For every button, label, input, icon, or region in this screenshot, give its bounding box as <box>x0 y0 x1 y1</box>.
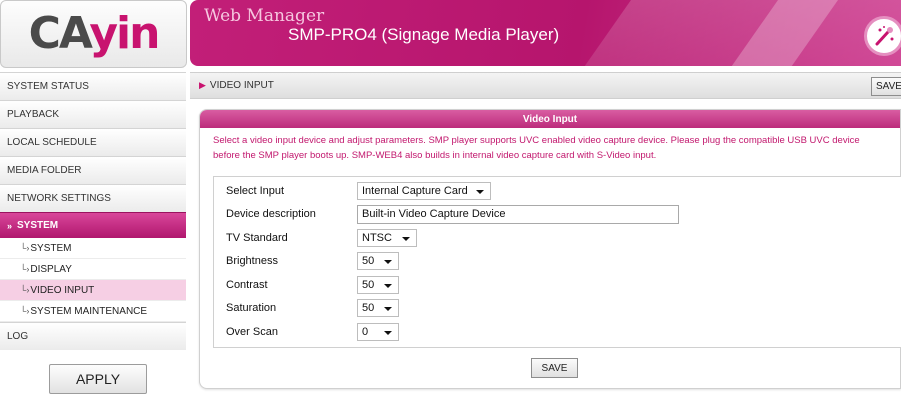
sidebar-nav: SYSTEM STATUS PLAYBACK LOCAL SCHEDULE ME… <box>0 72 186 350</box>
row-tv-standard: TV Standard NTSC <box>214 227 901 249</box>
play-arrow-icon: ▶ <box>199 80 206 90</box>
sub-arrow-icon: └› <box>20 264 30 274</box>
chevron-down-icon <box>476 190 484 194</box>
sidebar-item-label: LOG <box>7 331 29 342</box>
sidebar-item-local-schedule[interactable]: LOCAL SCHEDULE <box>0 128 186 156</box>
video-input-form: Select Input Internal Capture Card Devic… <box>213 176 901 348</box>
brightness-dropdown[interactable]: 50 <box>357 252 399 270</box>
select-input-dropdown[interactable]: Internal Capture Card <box>357 182 491 200</box>
sidebar-item-system-status[interactable]: SYSTEM STATUS <box>0 72 186 100</box>
sidebar-item-system[interactable]: » SYSTEM <box>0 212 186 238</box>
sidebar-subitem-display[interactable]: └› DISPLAY <box>0 259 186 280</box>
row-select-input: Select Input Internal Capture Card <box>214 180 901 202</box>
sidebar-item-label: SYSTEM STATUS <box>7 81 89 92</box>
logo-box: CAyin <box>0 0 187 68</box>
contrast-dropdown[interactable]: 50 <box>357 276 399 294</box>
sidebar-item-media-folder[interactable]: MEDIA FOLDER <box>0 156 186 184</box>
sidebar-item-label: MEDIA FOLDER <box>7 165 82 176</box>
saturation-value: 50 <box>362 302 375 314</box>
sidebar-subitem-label: SYSTEM MAINTENANCE <box>30 305 148 317</box>
header-decoration <box>560 0 901 66</box>
panel-description: Select a video input device and adjust p… <box>213 135 860 161</box>
breadcrumb-text: VIDEO INPUT <box>209 80 274 91</box>
save-button[interactable]: SAVE <box>531 358 578 378</box>
saturation-dropdown[interactable]: 50 <box>357 299 399 317</box>
brightness-label: Brightness <box>226 255 278 267</box>
header-title: Web Manager <box>204 6 325 26</box>
sidebar-item-label: NETWORK SETTINGS <box>7 193 111 204</box>
over-scan-value: 0 <box>362 326 369 338</box>
device-description-field[interactable] <box>357 204 679 224</box>
chevron-down-icon <box>384 260 392 264</box>
sidebar-item-playback[interactable]: PLAYBACK <box>0 100 186 128</box>
over-scan-dropdown[interactable]: 0 <box>357 323 399 341</box>
sidebar-subitem-system-maintenance[interactable]: └› SYSTEM MAINTENANCE <box>0 301 186 322</box>
logo-text-ca: CA <box>28 8 92 59</box>
chevron-down-icon <box>384 331 392 335</box>
select-input-label: Select Input <box>226 185 285 197</box>
sidebar-item-label: PLAYBACK <box>7 109 60 120</box>
row-device-description: Device description <box>214 203 901 225</box>
breadcrumb: ▶ VIDEO INPUT SAVE <box>190 72 901 99</box>
contrast-value: 50 <box>362 279 375 291</box>
row-over-scan: Over Scan 0 <box>214 321 901 343</box>
chevron-down-icon <box>384 284 392 288</box>
sidebar-item-label: LOCAL SCHEDULE <box>7 137 97 148</box>
sidebar-subitem-system[interactable]: └› SYSTEM <box>0 238 186 259</box>
wizard-wand-icon[interactable] <box>864 16 901 56</box>
panel-title: Video Input <box>200 110 900 128</box>
row-saturation: Saturation 50 <box>214 297 901 319</box>
sidebar-subitem-video-input[interactable]: └› VIDEO INPUT <box>0 280 186 301</box>
tv-standard-value: NTSC <box>362 232 392 244</box>
header-banner: Web Manager SMP-PRO4 (Signage Media Play… <box>190 0 901 66</box>
tv-standard-label: TV Standard <box>226 232 288 244</box>
over-scan-label: Over Scan <box>226 326 278 338</box>
sub-arrow-icon: └› <box>20 306 30 316</box>
sidebar-subitem-label: DISPLAY <box>30 263 72 275</box>
video-input-panel: Video Input Select a video input device … <box>199 109 901 389</box>
chevron-down-icon <box>384 307 392 311</box>
save-button-top[interactable]: SAVE <box>871 77 901 96</box>
row-contrast: Contrast 50 <box>214 274 901 296</box>
tv-standard-dropdown[interactable]: NTSC <box>357 229 417 247</box>
double-chevron-right-icon: » <box>7 220 13 231</box>
sidebar-item-label: SYSTEM <box>17 220 59 231</box>
select-input-value: Internal Capture Card <box>362 185 468 197</box>
apply-button[interactable]: APPLY <box>49 364 147 394</box>
header-subtitle: SMP-PRO4 (Signage Media Player) <box>288 25 560 44</box>
logo-text-yin: yin <box>89 8 160 59</box>
chevron-down-icon <box>402 237 410 241</box>
device-description-label: Device description <box>226 208 316 220</box>
saturation-label: Saturation <box>226 302 277 314</box>
sidebar-item-network-settings[interactable]: NETWORK SETTINGS <box>0 184 186 212</box>
sub-arrow-icon: └› <box>20 285 30 295</box>
sub-arrow-icon: └› <box>20 243 30 253</box>
brightness-value: 50 <box>362 255 375 267</box>
sidebar-subitem-label: VIDEO INPUT <box>30 284 95 296</box>
cayin-logo: CAyin <box>29 12 161 56</box>
sidebar-item-log[interactable]: LOG <box>0 322 186 350</box>
row-brightness: Brightness 50 <box>214 250 901 272</box>
sidebar-subitem-label: SYSTEM <box>30 242 72 254</box>
contrast-label: Contrast <box>226 279 268 291</box>
